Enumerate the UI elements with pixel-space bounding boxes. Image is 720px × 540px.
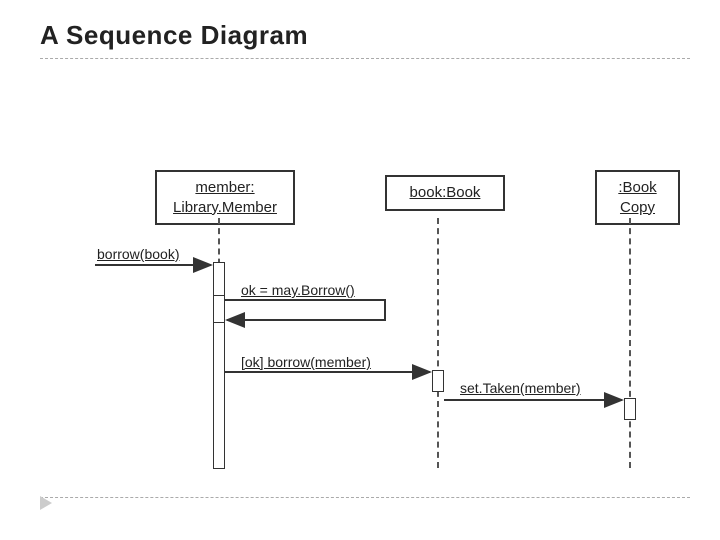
sequence-arrows (0, 0, 720, 540)
footer-marker-icon (40, 496, 52, 510)
footer-line (40, 497, 690, 498)
